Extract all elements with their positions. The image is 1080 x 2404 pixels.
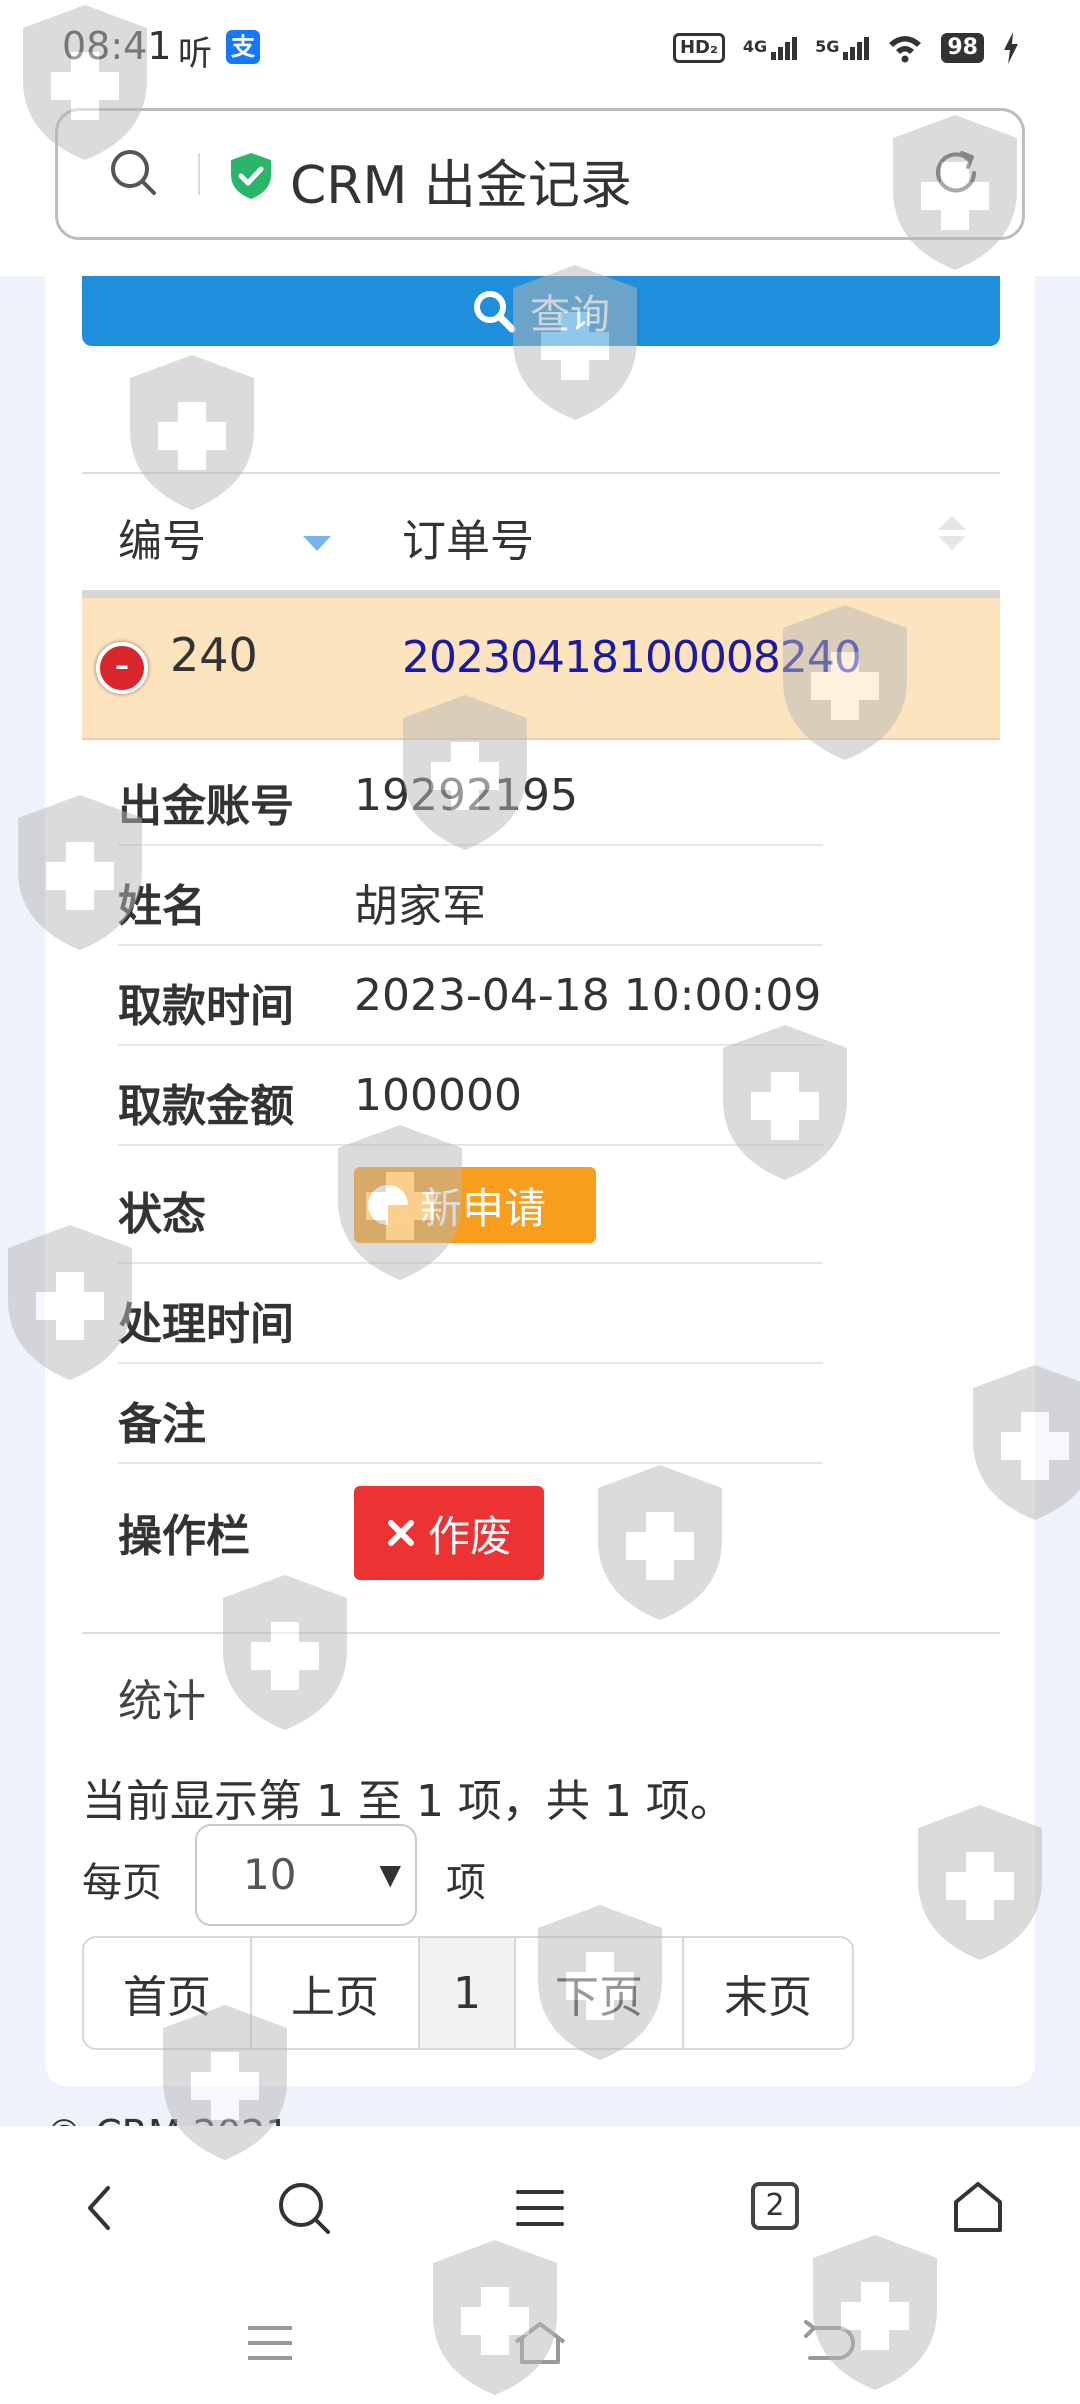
query-button-label: 查询 <box>530 292 610 338</box>
dropdown-arrow-icon: ▼ <box>379 1858 401 1891</box>
search-icon[interactable] <box>274 2178 334 2238</box>
collapse-row-icon[interactable]: – <box>96 642 148 694</box>
system-back-icon[interactable] <box>798 2318 858 2368</box>
status-indicators: HD₂ 4G 5G 98 <box>672 28 1020 68</box>
sort-descending-icon[interactable] <box>303 536 331 551</box>
table-row[interactable]: – 240 20230418100008240 <box>82 598 1000 740</box>
per-page-select[interactable]: 10 ▼ <box>195 1824 417 1926</box>
detail-label: 操作栏 <box>118 1511 250 1562</box>
per-page-suffix: 项 <box>446 1860 486 1906</box>
void-button[interactable]: 作废 <box>354 1486 544 1580</box>
page-title: CRM 出金记录 <box>290 156 632 216</box>
last-page-button[interactable]: 末页 <box>684 1938 852 2048</box>
search-icon <box>474 291 516 333</box>
status-pie-icon <box>368 1185 408 1225</box>
alipay-icon: 支 <box>226 30 260 64</box>
cell-order-number[interactable]: 20230418100008240 <box>402 632 862 683</box>
withdraw-time-value: 2023-04-18 10:00:09 <box>354 970 822 1021</box>
void-button-label: 作废 <box>427 1511 512 1561</box>
hd-voice-icon: HD₂ <box>672 33 725 63</box>
column-header-id[interactable]: 编号 <box>118 505 206 569</box>
per-page-label: 每页 <box>82 1860 162 1906</box>
charging-icon <box>1004 32 1018 64</box>
detail-label: 取款时间 <box>118 981 294 1032</box>
signal-5g-icon: 5G <box>815 36 870 60</box>
detail-label: 取款金额 <box>118 1081 294 1132</box>
table-header-border <box>82 590 1000 598</box>
page-1-button[interactable]: 1 <box>420 1938 516 2048</box>
cell-id: 240 <box>170 628 258 682</box>
battery-icon: 98 <box>941 33 984 63</box>
back-icon[interactable] <box>72 2178 132 2238</box>
previous-page-button[interactable]: 上页 <box>252 1938 420 2048</box>
divider <box>82 1632 1000 1634</box>
status-time: 08:41 <box>62 24 172 68</box>
signal-4g-icon: 4G <box>743 36 798 60</box>
system-home-icon[interactable] <box>510 2318 570 2368</box>
status-badge: 新申请 <box>354 1167 596 1243</box>
address-bar[interactable]: CRM 出金记录 <box>55 108 1025 240</box>
withdraw-amount-value: 100000 <box>354 1070 522 1121</box>
detail-label: 状态 <box>118 1189 206 1240</box>
menu-icon[interactable] <box>510 2178 570 2238</box>
detail-label: 处理时间 <box>118 1299 294 1350</box>
tabs-icon[interactable]: 2 <box>751 2182 799 2230</box>
detail-label: 备注 <box>118 1399 206 1450</box>
sort-icon[interactable] <box>938 516 966 550</box>
wifi-icon <box>889 36 922 63</box>
close-icon <box>387 1520 414 1546</box>
first-page-button[interactable]: 首页 <box>84 1938 252 2048</box>
per-page-value: 10 <box>243 1850 297 1899</box>
status-badge-label: 新申请 <box>420 1183 547 1233</box>
search-icon[interactable] <box>108 147 158 197</box>
statistics-label: 统计 <box>118 1676 206 1727</box>
query-button[interactable]: 查询 <box>82 276 1000 346</box>
column-header-order[interactable]: 订单号 <box>402 505 534 569</box>
divider <box>198 153 200 195</box>
recent-apps-icon[interactable] <box>240 2318 300 2368</box>
pagination: 首页 上页 1 下页 末页 <box>82 1936 854 2050</box>
home-icon[interactable] <box>948 2178 1008 2238</box>
listen-app-icon: 听 <box>178 34 212 74</box>
pagination-summary: 当前显示第 1 至 1 项，共 1 项。 <box>82 1776 734 1827</box>
reload-icon[interactable] <box>928 145 984 201</box>
detail-label: 姓名 <box>118 881 206 932</box>
secure-shield-icon <box>231 153 271 199</box>
detail-label: 出金账号 <box>118 781 294 832</box>
detail-row <box>118 1364 823 1464</box>
status-bar: 08:41 听 支 HD₂ 4G 5G 98 <box>0 0 1080 100</box>
name-value: 胡家军 <box>354 881 486 932</box>
next-page-button[interactable]: 下页 <box>516 1938 684 2048</box>
withdraw-account-value: 19292195 <box>354 770 578 821</box>
divider <box>82 472 1000 474</box>
